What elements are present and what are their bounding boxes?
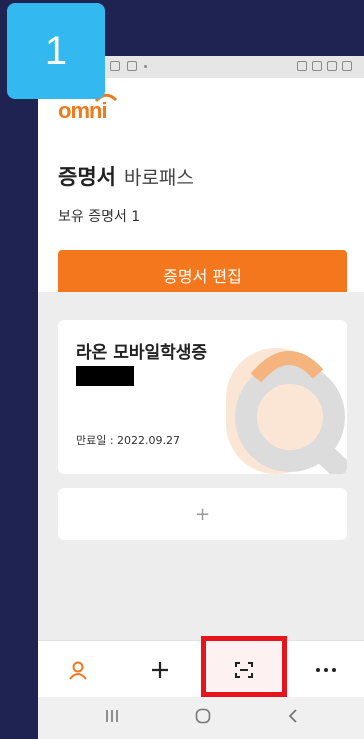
card-watermark-icon — [226, 348, 347, 474]
page-title: 증명서 — [58, 165, 116, 189]
gallery-status-icon — [110, 61, 120, 71]
page-subtitle: 바로패스 — [123, 167, 194, 189]
nav-more[interactable] — [296, 641, 356, 698]
omni-logo: omni — [58, 98, 108, 123]
status-right-icons — [297, 61, 352, 71]
card-title: 라온 모바일학생증 — [76, 343, 208, 363]
plus-icon — [152, 661, 168, 678]
nav-profile[interactable] — [48, 641, 108, 698]
certificate-count: 보유 증명서 1 — [58, 209, 141, 225]
add-certificate-button[interactable]: + — [58, 488, 347, 540]
nav-add[interactable] — [130, 641, 190, 698]
status-left-icons — [110, 61, 147, 71]
mute-status-icon — [297, 61, 307, 71]
back-icon[interactable] — [286, 707, 300, 725]
notification-dot-icon — [144, 65, 147, 68]
system-navigation-bar — [38, 697, 364, 739]
phone-screen: omni 증명서 바로패스 보유 증명서 1 증명서 편집 라온 모바일학생증 … — [38, 56, 364, 739]
nav-scan[interactable] — [214, 641, 274, 698]
card-expiry-date: 만료일 : 2022.09.27 — [76, 434, 181, 447]
play-status-icon — [127, 61, 137, 71]
bottom-navigation — [38, 636, 364, 698]
redacted-id — [76, 366, 134, 386]
student-id-card[interactable]: 라온 모바일학생증 만료일 : 2022.09.27 — [58, 320, 347, 474]
wifi-status-icon — [312, 61, 322, 71]
profile-icon — [69, 661, 87, 680]
battery-status-icon — [342, 61, 352, 71]
title-row: 증명서 바로패스 — [58, 161, 194, 191]
more-icon — [316, 667, 336, 672]
scan-qr-icon — [235, 661, 253, 678]
recent-apps-icon[interactable] — [104, 707, 120, 725]
step-number-badge: 1 — [7, 3, 105, 99]
home-icon[interactable] — [194, 707, 212, 725]
blocked-status-icon — [327, 61, 337, 71]
